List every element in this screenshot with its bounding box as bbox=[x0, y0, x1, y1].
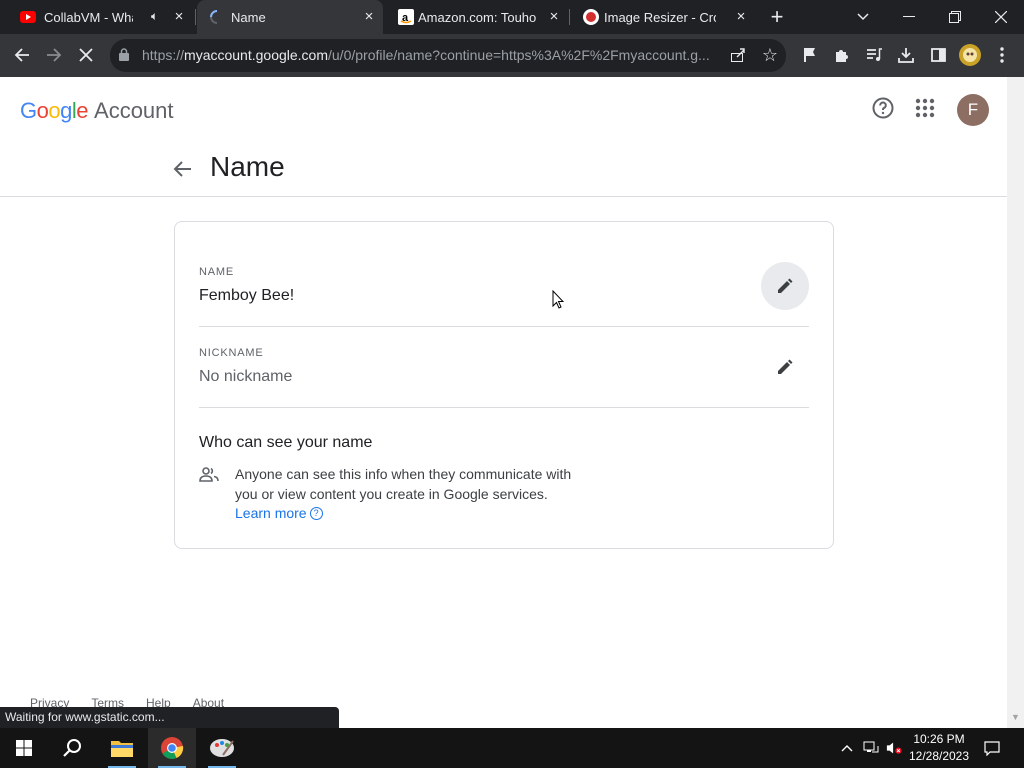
help-icon[interactable] bbox=[871, 96, 895, 120]
visibility-heading: Who can see your name bbox=[199, 434, 373, 451]
back-icon[interactable] bbox=[10, 43, 34, 67]
back-arrow-icon[interactable] bbox=[172, 158, 194, 180]
chrome-taskbar-button[interactable] bbox=[148, 728, 196, 768]
forward-icon[interactable] bbox=[42, 43, 66, 67]
close-tab-icon[interactable]: × bbox=[361, 9, 377, 25]
logo-letter: e bbox=[76, 98, 89, 123]
loading-status-bubble: Waiting for www.gstatic.com... bbox=[0, 707, 339, 728]
tab-image-resizer[interactable]: Image Resizer - Crop & × bbox=[571, 0, 755, 34]
lock-icon[interactable] bbox=[114, 44, 134, 64]
tab-search-chevron-icon[interactable] bbox=[840, 0, 886, 34]
audio-icon[interactable]: 🔈︎ bbox=[151, 9, 158, 24]
tab-amazon[interactable]: a Amazon.com: Touhou × bbox=[386, 0, 568, 34]
new-tab-button[interactable]: + bbox=[760, 0, 794, 34]
google-wordmark: Google bbox=[20, 98, 89, 124]
pencil-icon bbox=[778, 359, 793, 374]
folder-icon bbox=[111, 741, 133, 757]
windows-logo-icon bbox=[16, 740, 32, 756]
close-tab-icon[interactable]: × bbox=[546, 9, 562, 25]
close-tab-icon[interactable]: × bbox=[171, 9, 187, 25]
minimize-button[interactable] bbox=[886, 0, 932, 34]
google-account-logo[interactable]: Google Account bbox=[20, 98, 174, 124]
pencil-icon bbox=[778, 278, 793, 293]
visibility-description: Anyone can see this info when they commu… bbox=[235, 466, 572, 502]
tab-name[interactable]: Name × bbox=[197, 0, 383, 34]
url-host: myaccount.google.com bbox=[184, 47, 328, 63]
tab-separator bbox=[569, 9, 570, 25]
logo-letter: g bbox=[60, 98, 72, 123]
chrome-icon bbox=[161, 737, 184, 759]
download-icon[interactable] bbox=[894, 43, 918, 67]
restore-button[interactable] bbox=[932, 0, 978, 34]
nickname-value[interactable]: No nickname bbox=[199, 368, 292, 386]
people-icon bbox=[199, 467, 219, 482]
row-divider bbox=[199, 326, 809, 327]
media-queue-icon[interactable] bbox=[862, 43, 886, 67]
url-path: /u/0/profile/name?continue=https%3A%2F%2… bbox=[328, 47, 710, 63]
nickname-label: NICKNAME bbox=[199, 347, 264, 359]
scroll-down-arrow-icon[interactable]: ▼ bbox=[1007, 712, 1024, 726]
product-name: Account bbox=[94, 98, 174, 123]
logo-letter: G bbox=[20, 98, 37, 123]
profile-avatar-icon[interactable] bbox=[958, 43, 982, 67]
clock-date: 12/28/2023 bbox=[908, 749, 970, 763]
close-window-button[interactable] bbox=[978, 0, 1024, 34]
paint-app-button[interactable] bbox=[198, 728, 246, 768]
close-tab-icon[interactable]: × bbox=[733, 9, 749, 25]
volume-muted-icon[interactable] bbox=[886, 740, 902, 756]
header-divider bbox=[0, 196, 1007, 197]
name-settings-card: NAME Femboy Bee! NICKNAME No nickname Wh… bbox=[174, 221, 834, 549]
help-circle-icon: ? bbox=[309, 506, 323, 520]
network-icon[interactable] bbox=[863, 740, 879, 756]
logo-letter: o bbox=[36, 98, 49, 123]
edit-name-button[interactable] bbox=[761, 262, 809, 310]
notifications-icon[interactable] bbox=[984, 740, 1000, 756]
stop-loading-icon[interactable] bbox=[74, 43, 98, 67]
chrome-menu-icon[interactable] bbox=[990, 43, 1014, 67]
tab-separator bbox=[195, 9, 196, 25]
side-panel-icon[interactable] bbox=[926, 43, 950, 67]
mouse-cursor-icon bbox=[552, 290, 564, 309]
name-label: NAME bbox=[199, 266, 234, 278]
paint-palette-icon bbox=[210, 739, 234, 757]
tab-collabvm[interactable]: CollabVM - What 🔈︎ × bbox=[8, 0, 193, 34]
page-title: Name bbox=[210, 151, 285, 182]
extensions-puzzle-icon[interactable] bbox=[830, 43, 854, 67]
apps-grid-icon[interactable] bbox=[913, 96, 937, 120]
bookmark-star-icon[interactable]: ☆ bbox=[758, 43, 782, 67]
taskbar-clock[interactable]: 10:26 PM 12/28/2023 bbox=[908, 731, 970, 765]
screen: CollabVM - What 🔈︎ × Name × a Amazon.com… bbox=[0, 0, 1024, 768]
youtube-icon bbox=[20, 11, 36, 23]
page-scrollbar[interactable] bbox=[1007, 77, 1024, 728]
start-button[interactable] bbox=[0, 728, 48, 768]
search-button[interactable] bbox=[48, 728, 96, 768]
image-resizer-icon bbox=[583, 9, 599, 25]
logo-letter: o bbox=[48, 98, 61, 123]
loading-spinner-icon bbox=[210, 10, 218, 24]
url-text[interactable]: https://myaccount.google.com/u/0/profile… bbox=[142, 47, 717, 63]
flag-icon[interactable] bbox=[798, 43, 822, 67]
learn-more-link[interactable]: Learn more? bbox=[235, 505, 323, 521]
account-avatar[interactable]: F bbox=[957, 94, 989, 126]
url-scheme: https:// bbox=[142, 47, 185, 63]
learn-more-text: Learn more bbox=[235, 505, 307, 521]
clock-time: 10:26 PM bbox=[913, 732, 965, 746]
search-icon bbox=[63, 739, 81, 757]
share-icon[interactable] bbox=[726, 43, 750, 67]
show-hidden-icons-chevron-icon[interactable] bbox=[839, 740, 855, 756]
amazon-icon: a bbox=[398, 9, 414, 25]
row-divider bbox=[199, 407, 809, 408]
page-content: Google Account F Name NAME Femboy Bee! N… bbox=[0, 77, 1007, 728]
file-explorer-button[interactable] bbox=[98, 728, 146, 768]
name-value[interactable]: Femboy Bee! bbox=[199, 287, 294, 305]
tab-strip: CollabVM - What 🔈︎ × Name × a Amazon.com… bbox=[0, 0, 1024, 34]
edit-nickname-button[interactable] bbox=[761, 343, 809, 391]
